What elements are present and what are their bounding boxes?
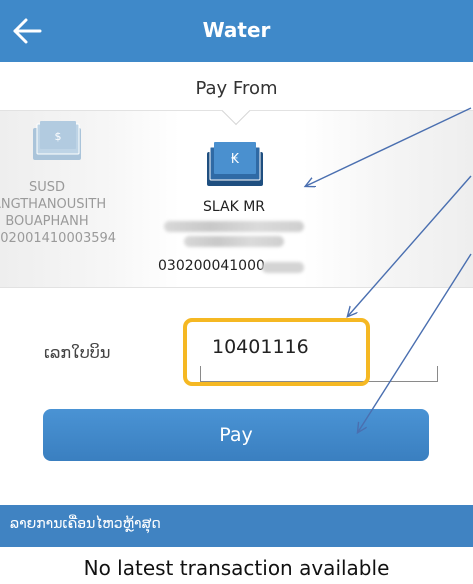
account-card-selected[interactable]: SLAK MR (160, 198, 308, 251)
top-nav-bar: Water (0, 0, 473, 62)
card-dollar-icon[interactable]: $ (30, 120, 84, 164)
page-title: Water (202, 18, 271, 42)
highlight-box (183, 318, 370, 386)
pay-from-label: Pay From (195, 78, 278, 99)
account-number: 030200041000 (158, 258, 265, 274)
bill-number-label: ເລກໃບບິນ (44, 343, 111, 362)
recent-transactions-header: ລາຍການເຄື່ອນໄຫວຫຼ້າສຸດ (0, 505, 473, 547)
account-card-left[interactable]: SUSD ANGTHANOUSITH BOUAPHANH 30200141000… (0, 179, 117, 247)
empty-transactions-message: No latest transaction available (83, 556, 390, 580)
pay-button[interactable]: Pay (43, 409, 429, 461)
redacted-number (262, 262, 304, 273)
redacted-line (184, 236, 284, 247)
card-kip-icon[interactable]: ₭ (204, 140, 266, 190)
water-payment-screen: Water Pay From $ SUSD ANGTHANOUSITH BOUA… (0, 0, 473, 584)
account-name: SLAK MR (202, 199, 266, 215)
currency-symbol-kip: ₭ (231, 152, 240, 167)
redacted-line (164, 221, 304, 232)
account-left-line-4: 302001410003594 (0, 231, 117, 246)
account-left-line-3: BOUAPHANH (5, 214, 89, 229)
currency-symbol-dollar: $ (55, 130, 62, 143)
account-left-line-2: ANGTHANOUSITH (0, 197, 107, 212)
recent-transactions-title: ລາຍການເຄື່ອນໄຫວຫຼ້າສຸດ (10, 516, 161, 532)
account-left-line-1: SUSD (28, 180, 66, 195)
